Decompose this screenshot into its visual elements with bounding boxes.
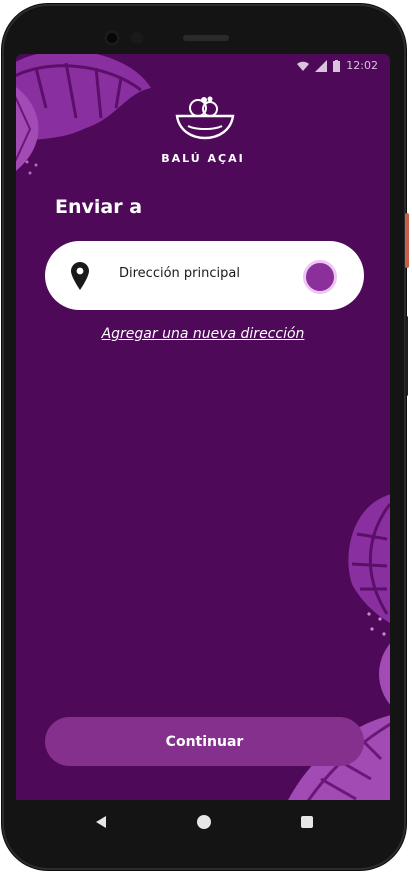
map-pin-icon	[71, 262, 89, 290]
power-button	[405, 213, 409, 268]
earpiece-speaker	[183, 35, 229, 41]
acai-bowl-logo-icon	[175, 96, 235, 140]
continue-button-label: Continuar	[165, 733, 244, 750]
wifi-icon	[297, 61, 310, 71]
front-camera	[104, 30, 120, 46]
recent-square-icon[interactable]	[301, 816, 313, 828]
add-address-link[interactable]: Agregar una nueva dirección	[16, 326, 390, 342]
address-radio-button[interactable]	[303, 260, 337, 294]
volume-button	[405, 316, 408, 396]
signal-icon	[315, 60, 328, 72]
leaf-decoration-right-small	[379, 643, 390, 705]
status-bar: 12:02	[16, 54, 390, 78]
address-option-card[interactable]: Dirección principal	[45, 241, 364, 310]
status-time: 12:02	[346, 59, 378, 72]
address-label: Dirección principal	[119, 266, 240, 281]
page-title: Enviar a	[55, 196, 143, 218]
back-triangle-icon[interactable]	[94, 815, 108, 829]
app-screen: 12:02 BALÚ AÇAI Enviar a Dirección princ…	[16, 54, 390, 800]
battery-icon	[333, 60, 341, 72]
continue-button[interactable]: Continuar	[45, 717, 364, 766]
home-circle-icon[interactable]	[197, 815, 211, 829]
dot-pattern-right	[367, 612, 386, 636]
system-navigation-bar	[16, 800, 390, 846]
front-sensor	[131, 32, 143, 44]
brand-name: BALÚ AÇAI	[161, 152, 245, 165]
leaf-decoration-right	[348, 494, 390, 623]
